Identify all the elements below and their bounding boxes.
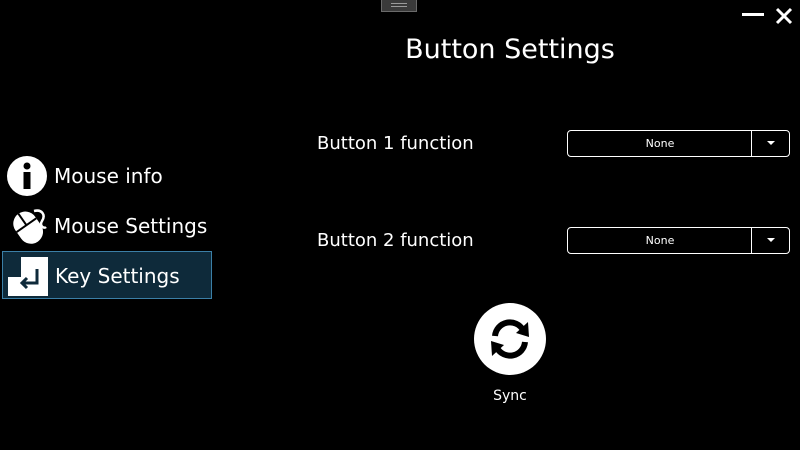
drag-handle-line (391, 6, 407, 7)
drag-handle-icon[interactable] (381, 0, 417, 12)
chevron-down-icon[interactable] (752, 131, 789, 156)
button-2-function-select[interactable]: None (567, 227, 790, 254)
minimize-button[interactable] (740, 4, 766, 24)
sync-label: Sync (493, 388, 527, 404)
button-2-function-label: Button 2 function (317, 230, 474, 251)
sidebar-item-label: Mouse Settings (54, 214, 208, 238)
sidebar-item-key-settings[interactable]: Key Settings (2, 251, 212, 299)
button-1-function-label: Button 1 function (317, 133, 474, 154)
sidebar-item-mouse-settings[interactable]: Mouse Settings (2, 202, 212, 250)
drag-handle-line (391, 3, 407, 4)
close-button[interactable] (772, 4, 796, 28)
button-1-function-select[interactable]: None (567, 130, 790, 157)
chevron-down-icon[interactable] (752, 228, 789, 253)
mouse-icon (13, 209, 47, 244)
sync-icon (491, 319, 529, 359)
sync-button[interactable] (474, 303, 546, 375)
sidebar-item-label: Mouse info (54, 164, 163, 188)
dropdown-value: None (645, 137, 675, 150)
enter-key-icon (8, 257, 48, 296)
sidebar-item-mouse-info[interactable]: Mouse info (2, 152, 212, 200)
page-title: Button Settings (405, 34, 615, 65)
dropdown-value: None (645, 234, 675, 247)
info-icon (7, 156, 47, 196)
app-window: Button Settings Mouse info Mouse Setting… (0, 0, 800, 450)
close-icon (775, 7, 793, 25)
minimize-icon (742, 13, 764, 16)
sidebar-item-label: Key Settings (55, 264, 180, 288)
